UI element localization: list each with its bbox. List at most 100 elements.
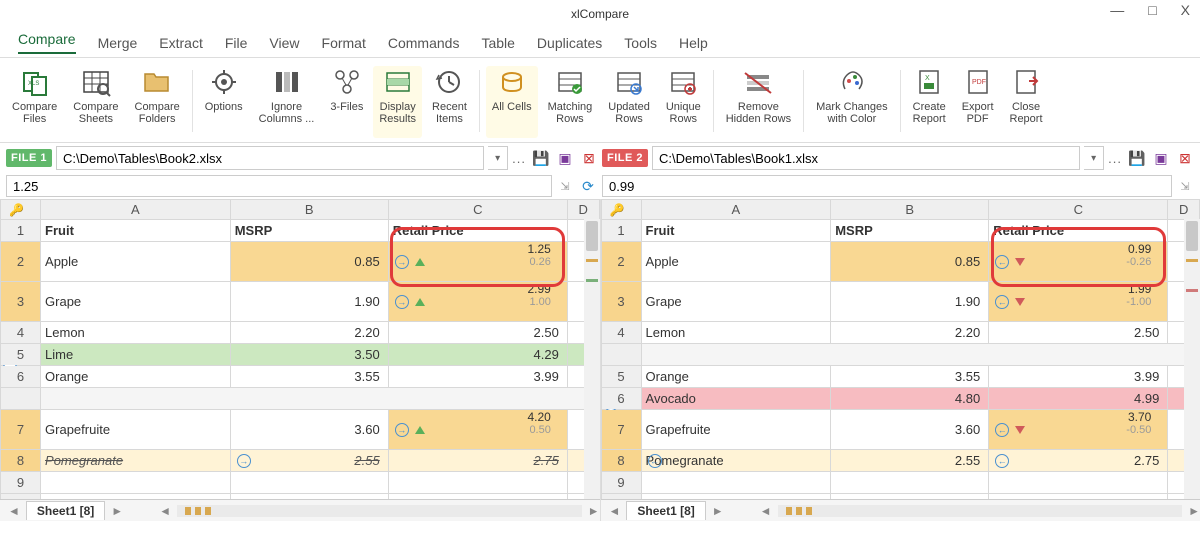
cell-msrp[interactable]: 3.55 (230, 366, 388, 388)
file2-hscrollbar[interactable]: ◄ ► (760, 504, 1200, 518)
hscroll-track[interactable] (177, 505, 582, 517)
corner-cell[interactable]: 🔑 (1, 200, 41, 220)
cell-retail[interactable]: 2.75 (388, 450, 567, 472)
cell-msrp[interactable]: 4.80 (831, 388, 989, 410)
cell-msrp[interactable]: 0.85 (831, 242, 989, 282)
scrollbar-thumb[interactable] (1186, 221, 1198, 251)
cell-fruit[interactable]: Apple (41, 242, 231, 282)
header-retail[interactable]: Retail Price (388, 220, 567, 242)
cell-msrp[interactable]: 2.55 (831, 450, 989, 472)
row-header[interactable]: 6 (601, 388, 641, 410)
file2-path-dropdown[interactable]: ▾ (1084, 146, 1104, 170)
cell-retail[interactable]: 2.50 (989, 322, 1168, 344)
row-header[interactable]: 8 (1, 450, 41, 472)
cell-retail[interactable]: ←2.75 (989, 450, 1168, 472)
row-header[interactable]: 2 (601, 242, 641, 282)
cell-msrp[interactable]: 2.20 (230, 322, 388, 344)
ribbon-close-report-button[interactable]: CloseReport (1004, 66, 1049, 138)
ribbon-export-pdf-button[interactable]: PDFExportPDF (956, 66, 1000, 138)
cell-retail[interactable]: →4.200.50 (388, 410, 567, 450)
cell-fruit[interactable]: Orange (41, 366, 231, 388)
file1-sheet-tab[interactable]: Sheet1 [8] (26, 501, 105, 520)
cell-retail[interactable]: ←3.70-0.50 (989, 410, 1168, 450)
file2-grid[interactable]: 🔑ABCD1FruitMSRPRetail Price2Apple0.85←0.… (601, 199, 1200, 499)
sheet-nav-left-icon[interactable]: ◄ (4, 504, 24, 518)
row-header[interactable]: 7 (1, 410, 41, 450)
file1-close-icon[interactable]: ⊠ (580, 149, 598, 167)
cell-retail[interactable]: 2.50 (388, 322, 567, 344)
cell-fruit[interactable]: Lemon (641, 322, 831, 344)
row-header[interactable]: 4 (1, 322, 41, 344)
col-header-C[interactable]: C (388, 200, 567, 220)
cell-fruit[interactable]: ←Pomegranate (641, 450, 831, 472)
file2-saveas-icon[interactable]: ▣ (1152, 149, 1170, 167)
row-header[interactable]: 1 (601, 220, 641, 242)
hscroll-track[interactable] (778, 505, 1183, 517)
row-header[interactable]: 9 (601, 472, 641, 494)
cell-msrp[interactable]: 1.90 (230, 282, 388, 322)
ribbon-all-cells-button[interactable]: All Cells (486, 66, 538, 138)
row-header[interactable] (1, 388, 41, 410)
cell-msrp[interactable]: 3.55 (831, 366, 989, 388)
cell-msrp[interactable]: 3.60 (831, 410, 989, 450)
col-header-A[interactable]: A (41, 200, 231, 220)
cell-msrp[interactable]: 1.90 (831, 282, 989, 322)
file1-path-input[interactable] (56, 146, 484, 170)
hscroll-right-icon[interactable]: ► (588, 504, 600, 518)
menu-help[interactable]: Help (679, 35, 708, 51)
file2-path-input[interactable] (652, 146, 1080, 170)
merge-arrow-icon[interactable]: ← (995, 423, 1009, 437)
row-header[interactable]: 7 (601, 410, 641, 450)
merge-arrow-icon[interactable]: ← (995, 255, 1009, 269)
menu-commands[interactable]: Commands (388, 35, 460, 51)
row-header[interactable]: 9 (1, 472, 41, 494)
sheet-nav-right-icon[interactable]: ► (107, 504, 127, 518)
sheet-nav-left-icon[interactable]: ◄ (605, 504, 625, 518)
cell-fruit[interactable]: Grapefruite (41, 410, 231, 450)
file2-close-icon[interactable]: ⊠ (1176, 149, 1194, 167)
col-header-D[interactable]: D (1168, 200, 1200, 220)
ribbon-compare-sheets-button[interactable]: CompareSheets (67, 66, 124, 138)
menu-tools[interactable]: Tools (624, 35, 657, 51)
minimize-button[interactable]: — (1104, 0, 1130, 20)
cell-msrp[interactable] (230, 472, 388, 494)
ribbon-updated-rows-button[interactable]: UpdatedRows (602, 66, 656, 138)
ribbon-recent-button[interactable]: RecentItems (426, 66, 473, 138)
menu-extract[interactable]: Extract (159, 35, 203, 51)
close-window-button[interactable]: X (1175, 0, 1196, 20)
header-retail[interactable]: Retail Price (989, 220, 1168, 242)
file1-formula-expand-icon[interactable]: ⇲ (556, 180, 574, 193)
ribbon-compare-files-button[interactable]: XLSCompareFiles (6, 66, 63, 138)
file2-save-icon[interactable]: 💾 (1128, 149, 1146, 167)
col-header-C[interactable]: C (989, 200, 1168, 220)
merge-arrow-icon[interactable]: ← (995, 295, 1009, 309)
row-header[interactable]: 5 (601, 366, 641, 388)
menu-file[interactable]: File (225, 35, 248, 51)
cell-fruit[interactable]: Grape (41, 282, 231, 322)
row-header[interactable]: 4 (601, 322, 641, 344)
cell-msrp[interactable]: 2.20 (831, 322, 989, 344)
cell-msrp[interactable] (831, 472, 989, 494)
ribbon-ignore-cols-button[interactable]: IgnoreColumns ... (253, 66, 321, 138)
file1-saveas-icon[interactable]: ▣ (556, 149, 574, 167)
cell-fruit[interactable]: Orange (641, 366, 831, 388)
cell-retail[interactable]: →2.991.00 (388, 282, 567, 322)
menu-compare[interactable]: Compare (18, 31, 76, 54)
merge-arrow-icon[interactable]: → (395, 423, 409, 437)
corner-cell[interactable]: 🔑 (601, 200, 641, 220)
cell-msrp[interactable]: 0.85 (230, 242, 388, 282)
menu-format[interactable]: Format (322, 35, 366, 51)
menu-table[interactable]: Table (481, 35, 514, 51)
file2-browse-button[interactable]: ... (1108, 151, 1122, 166)
cell-msrp[interactable]: 3.50 (230, 344, 388, 366)
cell-retail[interactable] (388, 472, 567, 494)
cell-retail[interactable]: ←1.99-1.00 (989, 282, 1168, 322)
ribbon-matching-rows-button[interactable]: MatchingRows (542, 66, 599, 138)
cell-fruit[interactable] (41, 494, 231, 500)
file1-browse-button[interactable]: ... (512, 151, 526, 166)
file1-vscrollbar[interactable] (584, 219, 600, 499)
cell-fruit[interactable]: Apple (641, 242, 831, 282)
cell-retail[interactable]: ←0.99-0.26 (989, 242, 1168, 282)
merge-arrow-icon[interactable]: ← (648, 454, 662, 468)
ribbon-three-files-button[interactable]: 3-Files (324, 66, 369, 138)
